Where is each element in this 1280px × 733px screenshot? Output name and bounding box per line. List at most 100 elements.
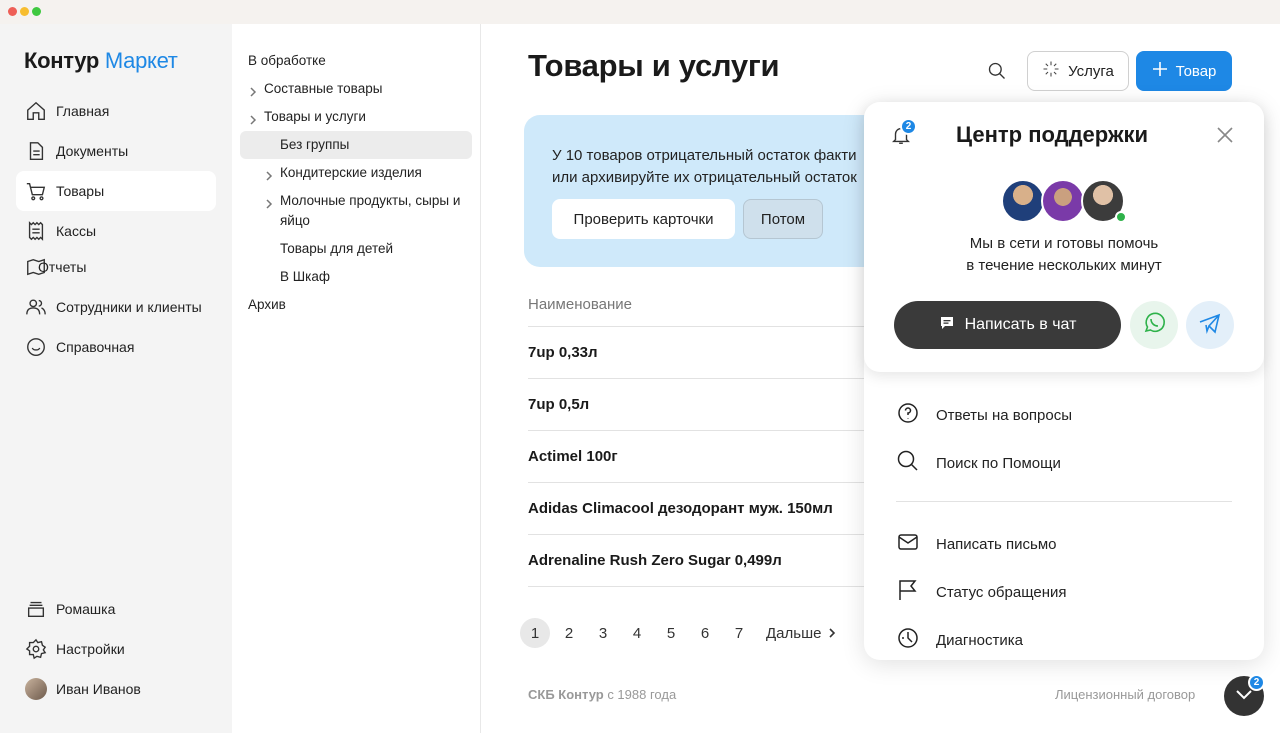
sidebar: Контур Маркет Главная Документы Товары К…	[0, 24, 232, 733]
nav-item-label: Кассы	[56, 223, 97, 239]
write-letter-link[interactable]: Написать письмо	[896, 530, 1057, 558]
minimize-window-dot[interactable]	[20, 7, 29, 16]
support-subtitle: Мы в сети и готовы помочь в течение неск…	[864, 233, 1264, 277]
user-avatar-wrap	[24, 677, 48, 701]
page-5[interactable]: 5	[656, 618, 686, 648]
telegram-icon	[1197, 310, 1223, 341]
write-chat-button[interactable]: Написать в чат	[894, 301, 1121, 349]
search-icon[interactable]	[987, 61, 1011, 85]
tree-item-archive[interactable]: Архив	[248, 295, 286, 315]
pagination: 1 2 3 4 5 6 7 Дальше	[520, 618, 837, 648]
maximize-window-dot[interactable]	[32, 7, 41, 16]
tree-item-processing[interactable]: В обработке	[248, 51, 326, 71]
close-window-dot[interactable]	[8, 7, 17, 16]
category-tree: В обработке Составные товары Товары и ус…	[232, 24, 481, 733]
nav-item-staff-clients[interactable]: Сотрудники и клиенты	[16, 287, 216, 327]
support-badge: 2	[1248, 674, 1265, 691]
add-product-button[interactable]: Товар	[1136, 51, 1232, 91]
page-6[interactable]: 6	[690, 618, 720, 648]
users-icon	[24, 295, 48, 319]
tree-selected-bg	[240, 131, 472, 159]
receipt-icon	[24, 219, 48, 243]
next-page-label: Дальше	[766, 624, 822, 642]
table-row[interactable]: 7up 0,5л	[528, 396, 589, 413]
nav-item-reference[interactable]: Справочная	[16, 327, 216, 367]
mail-icon	[896, 530, 920, 558]
page-7[interactable]: 7	[724, 618, 754, 648]
nav-item-label: Документы	[56, 143, 129, 159]
footer-company[interactable]: СКБ Контур	[528, 687, 604, 702]
smile-icon	[24, 335, 48, 359]
column-header-name[interactable]: Наименование	[528, 296, 632, 313]
tree-item-goods-services[interactable]: Товары и услуги	[264, 107, 366, 127]
page-1[interactable]: 1	[520, 618, 550, 648]
menu-label: Написать письмо	[936, 535, 1057, 553]
page-2[interactable]: 2	[554, 618, 584, 648]
chevron-right-icon[interactable]	[264, 196, 274, 209]
table-divider	[528, 378, 868, 379]
tree-item-confectionery[interactable]: Кондитерские изделия	[280, 163, 422, 183]
chevron-right-icon[interactable]	[248, 84, 258, 97]
add-product-label: Товар	[1175, 62, 1217, 80]
table-row[interactable]: Adidas Climacool дезодорант муж. 150мл	[528, 500, 833, 517]
next-page-button[interactable]: Дальше	[766, 625, 837, 642]
cart-icon	[24, 179, 48, 203]
nav-item-reports[interactable]: Отчеты	[16, 247, 216, 287]
page-4[interactable]: 4	[622, 618, 652, 648]
nav-item-label: Иван Иванов	[56, 681, 141, 697]
user-avatar	[25, 678, 47, 700]
question-icon	[896, 401, 920, 429]
table-row[interactable]: 7up 0,33л	[528, 344, 598, 361]
tree-item-composite[interactable]: Составные товары	[264, 79, 382, 99]
add-service-button[interactable]: Услуга	[1027, 51, 1129, 91]
sparkle-icon	[1042, 60, 1060, 82]
page-3[interactable]: 3	[588, 618, 618, 648]
faq-link[interactable]: Ответы на вопросы	[896, 401, 1072, 429]
nav-item-store[interactable]: Ромашка	[16, 589, 216, 629]
chat-icon	[939, 315, 955, 336]
nav-item-label: Сотрудники и клиенты	[56, 299, 202, 315]
table-row[interactable]: Actimel 100г	[528, 448, 618, 465]
tree-item-kids[interactable]: Товары для детей	[280, 239, 393, 259]
menu-label: Ответы на вопросы	[936, 406, 1073, 424]
nav-item-products[interactable]: Товары	[16, 171, 216, 211]
table-divider	[528, 534, 868, 535]
nav-item-user[interactable]: Иван Иванов	[16, 669, 216, 709]
diagnostics-link[interactable]: Диагностика	[896, 626, 1023, 654]
help-search-link[interactable]: Поиск по Помощи	[896, 449, 1061, 477]
table-divider	[528, 326, 868, 327]
plus-icon	[1152, 61, 1168, 81]
nav-item-settings[interactable]: Настройки	[16, 629, 216, 669]
tree-item-wardrobe[interactable]: В Шкаф	[280, 267, 330, 287]
whatsapp-button[interactable]	[1130, 301, 1178, 349]
search-icon	[896, 449, 920, 477]
support-subtitle-line-1: Мы в сети и готовы помочь	[969, 235, 1159, 252]
chevron-right-icon[interactable]	[264, 168, 274, 181]
nav-item-label: Ромашка	[56, 601, 116, 617]
request-status-link[interactable]: Статус обращения	[896, 578, 1067, 606]
nav-item-cashboxes[interactable]: Кассы	[16, 211, 216, 251]
menu-label: Диагностика	[936, 631, 1023, 649]
table-row[interactable]: Adrenaline Rush Zero Sugar 0,499л	[528, 552, 782, 569]
chevron-right-icon[interactable]	[248, 112, 258, 125]
close-icon[interactable]	[1216, 126, 1236, 146]
later-button[interactable]: Потом	[743, 199, 823, 239]
tree-item-dairy[interactable]: Молочные продукты, сыры и яйцо	[280, 191, 475, 231]
license-link[interactable]: Лицензионный договор	[1055, 687, 1195, 702]
tree-item-no-group[interactable]: Без группы	[280, 135, 349, 155]
app-logo[interactable]: Контур Маркет	[24, 48, 178, 74]
diagnostics-icon	[896, 626, 920, 654]
online-status-dot	[1115, 211, 1127, 223]
nav-item-documents[interactable]: Документы	[16, 131, 216, 171]
store-icon	[24, 597, 48, 621]
check-cards-button[interactable]: Проверить карточки	[552, 199, 735, 239]
table-divider	[528, 482, 868, 483]
nav-item-label: Справочная	[56, 339, 135, 355]
telegram-button[interactable]	[1186, 301, 1234, 349]
table-divider	[528, 430, 868, 431]
nav-item-label: Главная	[56, 103, 110, 119]
menu-label: Статус обращения	[936, 583, 1067, 601]
gear-icon	[24, 637, 48, 661]
nav-item-home[interactable]: Главная	[16, 91, 216, 131]
nav-item-label: Товары	[56, 183, 105, 199]
